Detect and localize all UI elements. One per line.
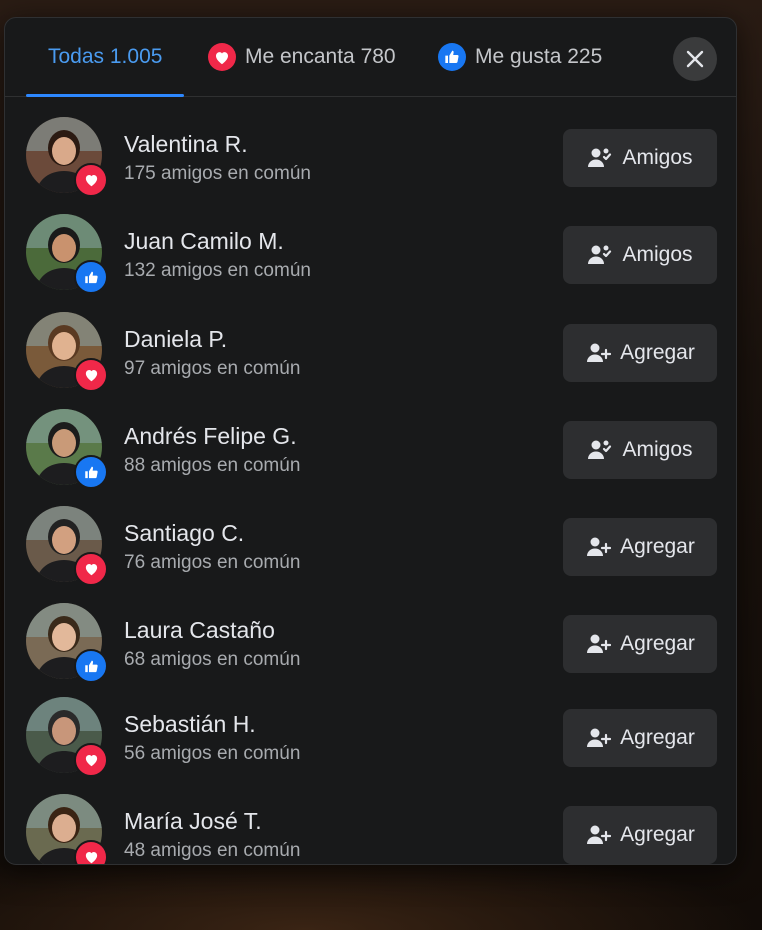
add-friend-icon xyxy=(585,823,620,847)
mutual-friends-count: 76 amigos en común xyxy=(124,552,301,573)
action-button-label: Agregar xyxy=(620,823,695,846)
heart-icon xyxy=(74,840,108,864)
person-name[interactable]: Santiago C. xyxy=(124,520,244,547)
action-button-label: Amigos xyxy=(622,438,693,461)
tab-all-label: Todas 1.005 xyxy=(48,45,163,68)
mutual-friends-count: 56 amigos en común xyxy=(124,743,301,764)
action-button-label: Agregar xyxy=(620,726,695,749)
person-name[interactable]: Laura Castaño xyxy=(124,617,275,644)
list-item: Valentina R. 175 amigos en común Amigos xyxy=(5,97,736,197)
mutual-friends-count: 132 amigos en común xyxy=(124,260,311,281)
avatar[interactable] xyxy=(26,794,108,864)
heart-icon xyxy=(208,43,236,71)
friends-button[interactable]: Amigos xyxy=(563,129,717,187)
person-name[interactable]: Sebastián H. xyxy=(124,711,256,738)
mutual-friends-count: 175 amigos en común xyxy=(124,163,311,184)
avatar[interactable] xyxy=(26,409,108,489)
mutual-friends-count: 97 amigos en común xyxy=(124,358,301,379)
heart-icon xyxy=(74,743,108,777)
tab-like[interactable]: Me gusta 225 xyxy=(438,18,602,96)
person-name[interactable]: Daniela P. xyxy=(124,326,227,353)
friends-icon xyxy=(587,146,622,170)
add-friend-button[interactable]: Agregar xyxy=(563,518,717,576)
avatar[interactable] xyxy=(26,603,108,683)
action-button-label: Agregar xyxy=(620,535,695,558)
tab-love-label: Me encanta 780 xyxy=(245,45,396,68)
list-item: Sebastián H. 56 amigos en común Agregar xyxy=(5,677,736,777)
heart-icon xyxy=(74,358,108,392)
action-button-label: Amigos xyxy=(622,146,693,169)
action-button-label: Agregar xyxy=(620,341,695,364)
person-name[interactable]: Andrés Felipe G. xyxy=(124,423,297,450)
friends-icon xyxy=(587,243,622,267)
list-item: Andrés Felipe G. 88 amigos en común Amigos xyxy=(5,389,736,489)
close-button[interactable] xyxy=(673,37,717,81)
action-button-label: Agregar xyxy=(620,632,695,655)
friends-icon xyxy=(587,438,622,462)
list-item: Juan Camilo M. 132 amigos en común Amigos xyxy=(5,194,736,294)
close-icon xyxy=(686,50,704,68)
action-button-label: Amigos xyxy=(622,243,693,266)
thumbs-up-icon xyxy=(438,43,466,71)
avatar[interactable] xyxy=(26,312,108,392)
list-item: Daniela P. 97 amigos en común Agregar xyxy=(5,292,736,392)
add-friend-icon xyxy=(585,341,620,365)
reactions-dialog: Todas 1.005 Me encanta 780 Me gusta 225 … xyxy=(4,17,737,865)
person-name[interactable]: María José T. xyxy=(124,808,262,835)
friends-button[interactable]: Amigos xyxy=(563,421,717,479)
tab-all[interactable]: Todas 1.005 xyxy=(26,18,185,97)
heart-icon xyxy=(74,552,108,586)
person-name[interactable]: Valentina R. xyxy=(124,131,248,158)
avatar[interactable] xyxy=(26,506,108,586)
list-item: Santiago C. 76 amigos en común Agregar xyxy=(5,486,736,586)
thumbs-up-icon xyxy=(74,260,108,294)
add-friend-button[interactable]: Agregar xyxy=(563,324,717,382)
heart-icon xyxy=(74,163,108,197)
person-name[interactable]: Juan Camilo M. xyxy=(124,228,284,255)
add-friend-icon xyxy=(585,726,620,750)
mutual-friends-count: 88 amigos en común xyxy=(124,455,301,476)
avatar[interactable] xyxy=(26,117,108,197)
thumbs-up-icon xyxy=(74,455,108,489)
tab-like-label: Me gusta 225 xyxy=(475,45,603,68)
add-friend-icon xyxy=(585,632,620,656)
add-friend-button[interactable]: Agregar xyxy=(563,806,717,864)
add-friend-icon xyxy=(585,535,620,559)
add-friend-button[interactable]: Agregar xyxy=(563,615,717,673)
tab-love[interactable]: Me encanta 780 xyxy=(208,18,396,96)
avatar[interactable] xyxy=(26,214,108,294)
mutual-friends-count: 48 amigos en común xyxy=(124,840,301,861)
add-friend-button[interactable]: Agregar xyxy=(563,709,717,767)
friends-button[interactable]: Amigos xyxy=(563,226,717,284)
list-item: María José T. 48 amigos en común Agregar xyxy=(5,774,736,864)
avatar[interactable] xyxy=(26,697,108,777)
reactions-tabbar: Todas 1.005 Me encanta 780 Me gusta 225 xyxy=(5,18,736,97)
list-item: Laura Castaño 68 amigos en común Agregar xyxy=(5,583,736,683)
mutual-friends-count: 68 amigos en común xyxy=(124,649,301,670)
